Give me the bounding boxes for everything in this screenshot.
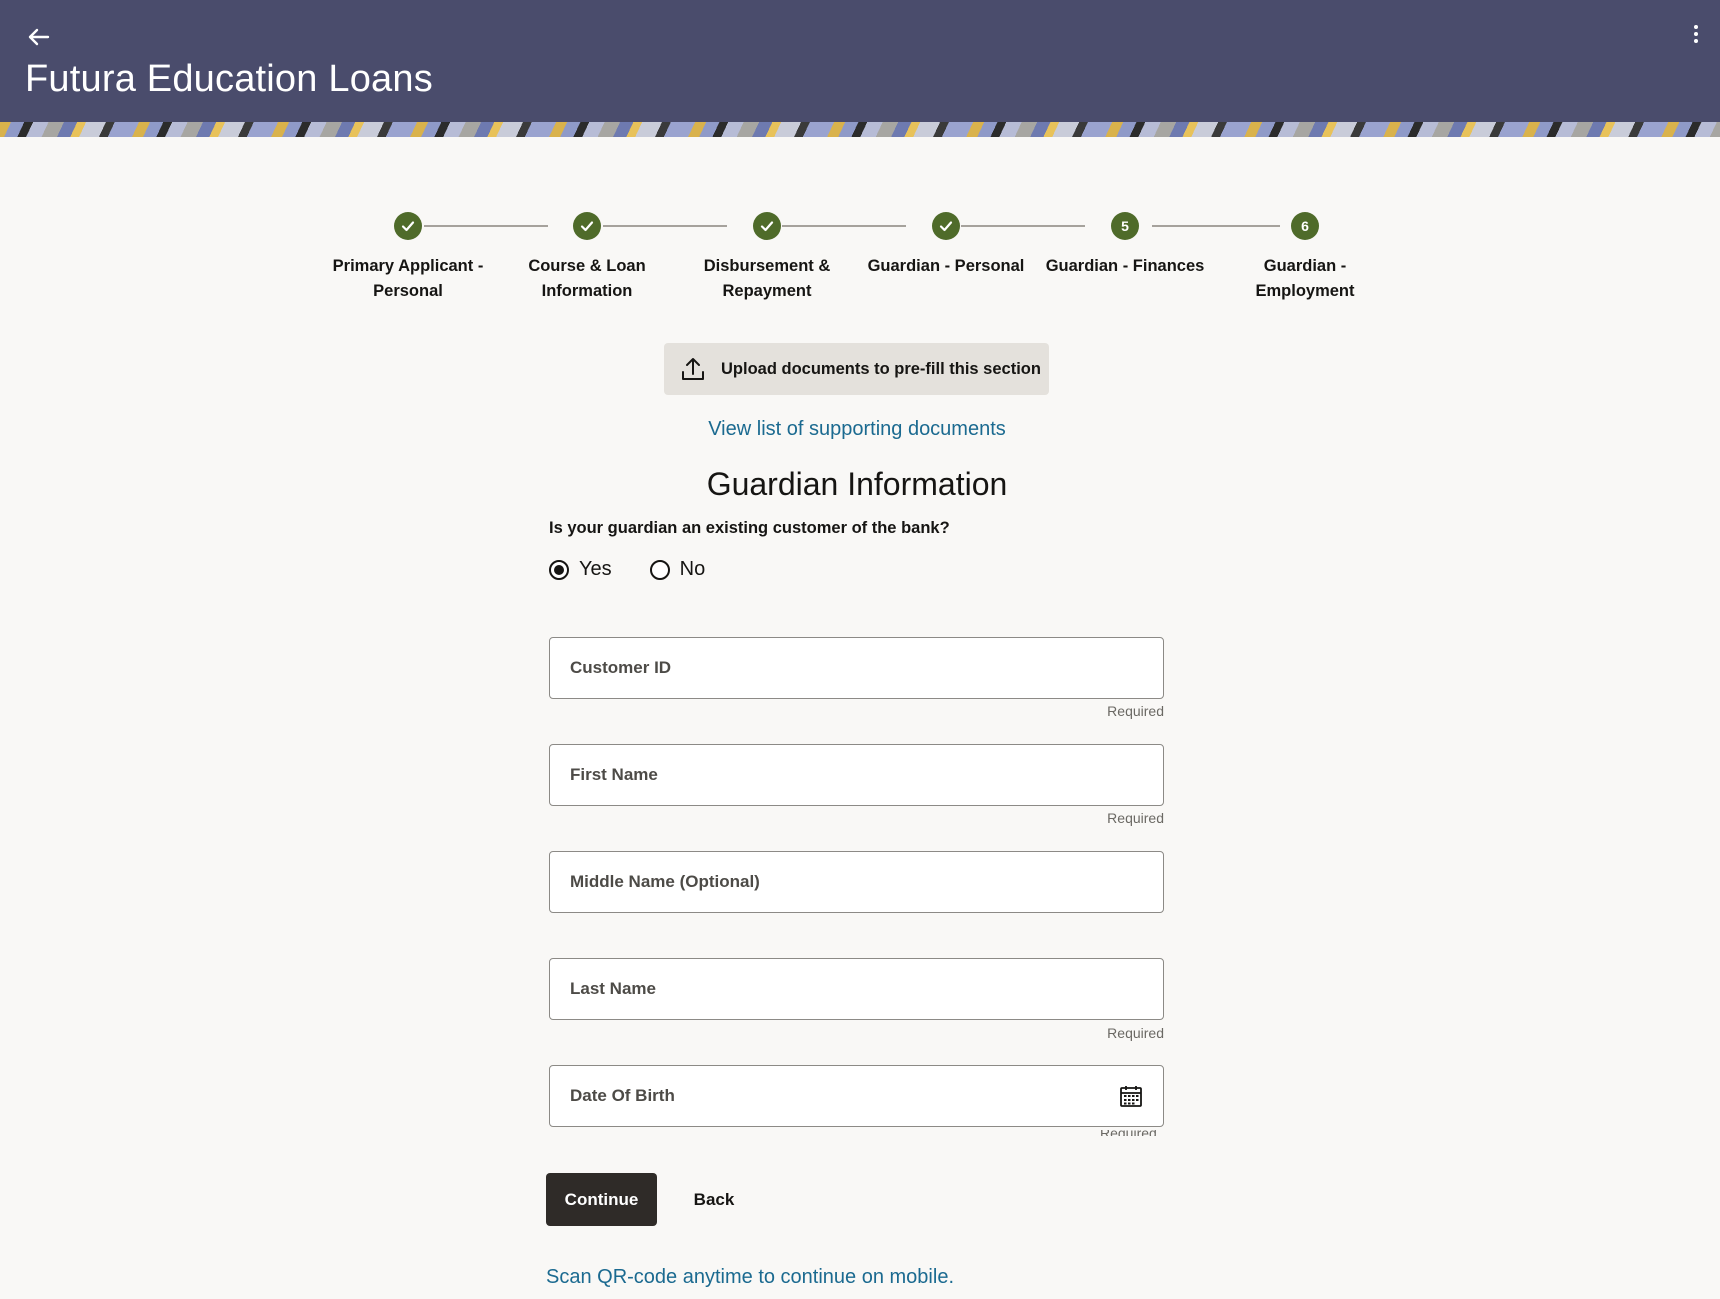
upload-documents-button[interactable]: Upload documents to pre-fill this sectio…: [664, 343, 1049, 395]
first-name-input[interactable]: [570, 765, 1163, 785]
radio-unselected-icon: [649, 559, 670, 580]
date-of-birth-input[interactable]: [570, 1086, 1163, 1106]
calendar-icon[interactable]: [1119, 1084, 1143, 1108]
step-guardian-personal: Guardian - Personal: [856, 210, 1036, 279]
arrow-left-icon[interactable]: [24, 22, 54, 52]
date-of-birth-required-hint: Required: [1100, 1130, 1164, 1136]
customer-id-required-hint: Required: [1107, 703, 1164, 719]
upload-icon: [682, 358, 704, 380]
continue-button[interactable]: Continue: [546, 1173, 657, 1226]
upload-button-label: Upload documents to pre-fill this sectio…: [721, 359, 1041, 378]
app-title: Futura Education Loans: [25, 58, 433, 100]
supporting-documents-link[interactable]: View list of supporting documents: [0, 418, 1714, 441]
progress-stepper: Primary Applicant - Personal Course & Loa…: [300, 210, 1420, 320]
check-icon: [394, 212, 422, 240]
step-label: Disbursement & Repayment: [703, 257, 831, 300]
section-title: Guardian Information: [706, 466, 1008, 502]
radio-selected-icon: [549, 559, 569, 580]
customer-id-input[interactable]: [570, 658, 1163, 678]
step-guardian-employment: 6 Guardian - Employment: [1215, 210, 1395, 304]
last-name-input[interactable]: [570, 979, 1163, 999]
last-name-required-hint: Required: [1107, 1025, 1164, 1041]
step-label: Guardian - Employment: [1255, 257, 1355, 300]
check-icon: [932, 212, 960, 240]
step-label: Course & Loan Information: [528, 257, 646, 300]
header-pattern-strip: [0, 122, 1720, 137]
kebab-menu-icon[interactable]: [1686, 22, 1706, 52]
existing-customer-question: Is your guardian an existing customer of…: [549, 519, 950, 537]
middle-name-input[interactable]: [570, 872, 1163, 892]
step-label: Guardian - Personal: [867, 257, 1025, 275]
back-button[interactable]: Back: [684, 1173, 744, 1226]
first-name-field[interactable]: [549, 744, 1164, 806]
first-name-required-hint: Required: [1107, 810, 1164, 826]
scan-qr-code-link[interactable]: Scan QR-code anytime to continue on mobi…: [546, 1266, 954, 1289]
step-number: 5: [1111, 212, 1139, 240]
step-disbursement-repayment: Disbursement & Repayment: [677, 210, 857, 304]
radio-no[interactable]: No: [649, 558, 706, 581]
radio-label: Yes: [579, 558, 612, 580]
date-of-birth-field[interactable]: [549, 1065, 1164, 1127]
last-name-field[interactable]: [549, 958, 1164, 1020]
radio-yes[interactable]: Yes: [549, 558, 612, 581]
customer-id-field[interactable]: [549, 637, 1164, 699]
existing-customer-radio-group: Yes No: [549, 558, 705, 581]
check-icon: [573, 212, 601, 240]
radio-label: No: [679, 558, 706, 580]
step-guardian-finances: 5 Guardian - Finances: [1035, 210, 1215, 279]
check-icon: [753, 212, 781, 240]
middle-name-field[interactable]: [549, 851, 1164, 913]
step-label: Primary Applicant - Personal: [332, 257, 484, 300]
app-header: Futura Education Loans: [0, 0, 1720, 122]
step-number: 6: [1291, 212, 1319, 240]
step-label: Guardian - Finances: [1045, 257, 1205, 275]
step-course-loan-information: Course & Loan Information: [497, 210, 677, 304]
step-primary-applicant-personal: Primary Applicant - Personal: [318, 210, 498, 304]
